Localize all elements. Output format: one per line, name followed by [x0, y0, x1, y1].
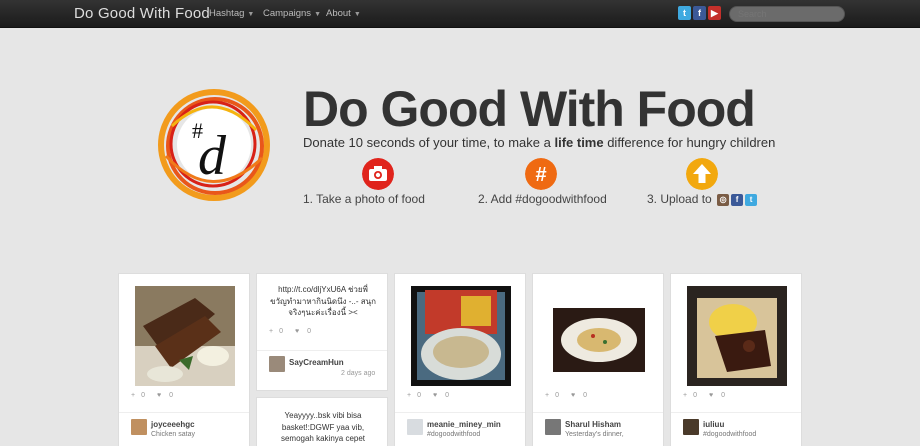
- like-count[interactable]: +0: [545, 392, 565, 399]
- food-photo[interactable]: [411, 286, 511, 386]
- tagline-pre: Donate 10 seconds of your time, to make …: [303, 135, 555, 150]
- camera-icon: [362, 158, 394, 190]
- heart-count[interactable]: ♥ 0: [157, 392, 179, 399]
- tagline-bold: life time: [554, 135, 604, 150]
- heart-count[interactable]: ♥ 0: [433, 392, 455, 399]
- card-stats: +0 ♥ 0: [545, 392, 599, 399]
- food-photo[interactable]: [687, 286, 787, 386]
- tweet-text: http://t.co/dljYxU6A ช่วยพี่ ขวัญทำมาหาก…: [270, 285, 376, 318]
- chevron-down-icon: ▼: [353, 11, 361, 18]
- food-photo[interactable]: [549, 286, 649, 386]
- upload-arrow-icon: [686, 158, 718, 190]
- like-count[interactable]: +0: [683, 392, 703, 399]
- step-1-label: 1. Take a photo of food: [303, 192, 425, 206]
- tweet-text: Yeayyyy..bsk vibi bisa basket!:DGWF yaa …: [280, 411, 366, 444]
- card-username[interactable]: iuliuu: [703, 420, 724, 429]
- divider: [671, 412, 801, 413]
- twitter-icon[interactable]: t: [678, 6, 691, 20]
- menu-about[interactable]: About ▼: [326, 8, 361, 19]
- hashtag-icon: #: [525, 158, 557, 190]
- svg-text:#: #: [535, 164, 546, 186]
- divider: [257, 350, 387, 351]
- divider: [119, 412, 249, 413]
- avatar[interactable]: [407, 419, 423, 435]
- chevron-down-icon: ▼: [247, 11, 255, 18]
- card-username[interactable]: meanie_miney_min: [427, 420, 501, 429]
- menu-hashtag-label: Hashtag: [209, 8, 245, 19]
- card-stats: +0 ♥ 0: [407, 392, 461, 399]
- heart-count[interactable]: ♥ 0: [709, 392, 731, 399]
- menu-about-label: About: [326, 8, 351, 19]
- feed-card[interactable]: +0 ♥ 0 Sharul Hisham Yesterday's dinner,: [532, 273, 664, 446]
- dogoodwithfood-logo: # d: [158, 89, 270, 201]
- like-count[interactable]: +0: [269, 328, 289, 335]
- card-caption: #dogoodwithfood: [703, 431, 757, 438]
- card-caption: #dogoodwithfood: [427, 431, 481, 438]
- card-timestamp: 2 days ago: [341, 370, 376, 377]
- avatar[interactable]: [269, 356, 285, 372]
- facebook-icon: f: [731, 193, 744, 206]
- feed-card-tweet[interactable]: http://t.co/dljYxU6A ช่วยพี่ ขวัญทำมาหาก…: [256, 273, 388, 391]
- menu-campaigns-label: Campaigns: [263, 8, 312, 19]
- twitter-icon: t: [745, 193, 758, 206]
- brand-link[interactable]: Do Good With Food: [74, 5, 210, 22]
- tagline-post: difference for hungry children: [603, 135, 776, 150]
- logo-letter: d: [198, 125, 227, 187]
- feed-card-tweet[interactable]: Yeayyyy..bsk vibi bisa basket!:DGWF yaa …: [256, 397, 388, 446]
- card-caption: Chicken satay: [151, 431, 195, 438]
- card-stats: +0 ♥ 0: [683, 392, 737, 399]
- heart-count[interactable]: ♥ 0: [295, 328, 317, 335]
- avatar[interactable]: [683, 419, 699, 435]
- like-count[interactable]: +0: [131, 392, 151, 399]
- card-stats: +0 ♥ 0: [131, 392, 185, 399]
- avatar[interactable]: [131, 419, 147, 435]
- card-stats: +0 ♥ 0: [269, 328, 323, 335]
- heart-count[interactable]: ♥ 0: [571, 392, 593, 399]
- avatar[interactable]: [545, 419, 561, 435]
- card-username[interactable]: joyceeehgc: [151, 420, 195, 429]
- menu-hashtag[interactable]: Hashtag ▼: [209, 8, 254, 19]
- divider: [533, 412, 663, 413]
- hero-title: Do Good With Food: [303, 81, 756, 137]
- step-3-label: 3. Upload to: [647, 192, 712, 206]
- top-navbar: Do Good With Food Hashtag ▼ Campaigns ▼ Ab…: [0, 0, 920, 28]
- card-username[interactable]: SayCreamHun: [289, 358, 344, 367]
- menu-campaigns[interactable]: Campaigns ▼: [263, 8, 321, 19]
- youtube-icon[interactable]: ▶: [708, 6, 721, 20]
- divider: [395, 412, 525, 413]
- step-2-label: 2. Add #dogoodwithfood: [478, 192, 607, 206]
- like-count[interactable]: +0: [407, 392, 427, 399]
- feed-card[interactable]: +0 ♥ 0 joyceeehgc Chicken satay: [118, 273, 250, 446]
- feed-card[interactable]: +0 ♥ 0 meanie_miney_min #dogoodwithfood: [394, 273, 526, 446]
- facebook-icon[interactable]: f: [693, 6, 706, 20]
- feed-card[interactable]: +0 ♥ 0 iuliuu #dogoodwithfood: [670, 273, 802, 446]
- hero-tagline: Donate 10 seconds of your time, to make …: [303, 135, 775, 150]
- card-username[interactable]: Sharul Hisham: [565, 420, 621, 429]
- card-caption: Yesterday's dinner,: [565, 431, 624, 438]
- chevron-down-icon: ▼: [314, 11, 321, 18]
- step-3: 3. Upload to ◎ f t: [647, 192, 758, 206]
- food-photo[interactable]: [135, 286, 235, 386]
- search-input[interactable]: [729, 6, 845, 22]
- instagram-icon: ◎: [717, 193, 730, 206]
